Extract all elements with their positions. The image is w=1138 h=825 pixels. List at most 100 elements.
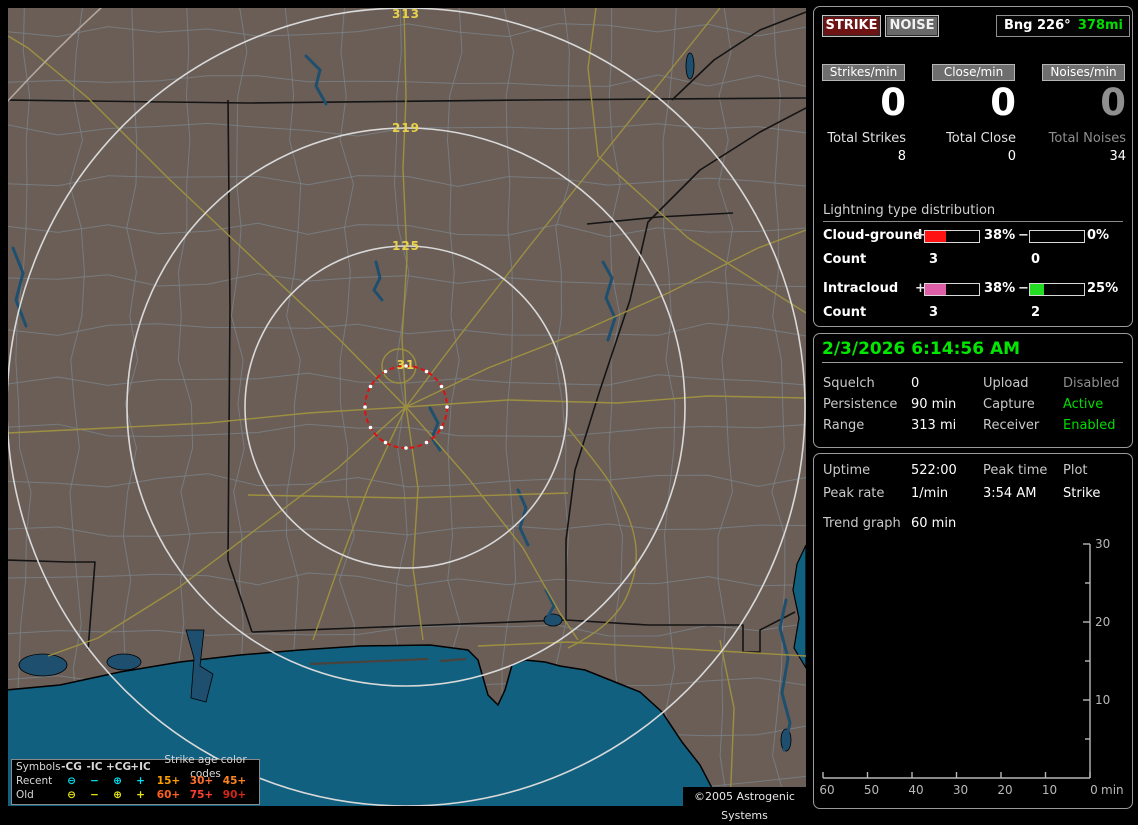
upload-status: Disabled	[1063, 376, 1120, 391]
svg-text:50: 50	[864, 783, 879, 797]
range-row: Range 313 mi Receiver Enabled	[814, 418, 1132, 438]
neg-cg-old-icon: ⊖	[67, 789, 76, 801]
capture-status: Active	[1063, 397, 1104, 412]
svg-text:0: 0	[1090, 783, 1098, 797]
legend-col-+ic: +IC	[130, 761, 151, 773]
noises-per-min-chip: Noises/min	[1042, 64, 1125, 81]
total-close-value: 0	[1007, 149, 1016, 164]
datetime-display: 2/3/2026 6:14:56 AM	[822, 339, 1123, 363]
legend-header-row: Symbols -CG -IC +CG +IC Strike age color…	[12, 754, 259, 780]
pos-cg-old-icon: ⊕	[113, 789, 122, 801]
upload-label: Upload	[983, 376, 1029, 391]
bearing-distance: 378mi	[1077, 18, 1123, 33]
count-label: Count	[823, 252, 867, 267]
trend-graph: 30 20 10 60 50 40 30 20 10 0 min	[819, 537, 1124, 797]
svg-text:40: 40	[908, 783, 923, 797]
strike-counters-panel: STRIKE NOISE Bng 226° 378mi Strikes/min …	[813, 6, 1133, 327]
svg-text:min: min	[1101, 783, 1124, 797]
noises-per-min-value: 0	[1100, 81, 1126, 124]
receiver-status: Enabled	[1063, 418, 1116, 433]
total-strikes-label: Total Strikes	[827, 131, 906, 146]
svg-text:10: 10	[1095, 693, 1110, 707]
minus-sign: −	[1018, 281, 1029, 296]
svg-text:60: 60	[819, 783, 834, 797]
svg-text:30: 30	[1095, 537, 1110, 551]
ic-plus-bar	[924, 283, 980, 296]
cg-plus-count: 3	[929, 252, 939, 267]
squelch-label: Squelch	[823, 376, 875, 391]
close-per-min-value: 0	[990, 81, 1016, 124]
close-per-min-chip: Close/min	[932, 64, 1015, 81]
trend-panel: Uptime 522:00 Peak time Plot Peak rate 1…	[813, 453, 1133, 809]
ring-label-219: 219	[391, 121, 421, 135]
squelch-row: Squelch 0 Upload Disabled	[814, 376, 1132, 396]
receiver-label: Receiver	[983, 418, 1040, 433]
age-30: 30+	[189, 775, 214, 787]
legend-col--cg: -CG	[61, 761, 82, 773]
strike-toggle-button[interactable]: STRIKE	[822, 15, 881, 37]
svg-text:30: 30	[953, 783, 968, 797]
neg-ic-old-icon: −	[90, 789, 99, 801]
age-45: 45+	[222, 775, 247, 787]
bearing-indicator: Bng 226° 378mi	[996, 15, 1130, 37]
noise-toggle-button[interactable]: NOISE	[885, 15, 939, 37]
legend-old-label: Old	[16, 789, 34, 801]
strikes-per-min-chip: Strikes/min	[822, 64, 905, 81]
legend-col--ic: -IC	[86, 761, 103, 773]
ring-label-31: 31	[396, 358, 416, 372]
pos-ic-recent-icon: +	[136, 775, 145, 787]
range-value: 313 mi	[911, 418, 957, 433]
total-close-label: Total Close	[946, 131, 1016, 146]
count-label: Count	[823, 305, 867, 320]
strikes-per-min-value: 0	[880, 81, 906, 124]
ring-label-125: 125	[391, 239, 421, 253]
legend-col-+cg: +CG	[106, 761, 132, 773]
minus-sign: −	[1018, 228, 1029, 243]
intracloud-count-row: Count 3 2	[814, 305, 1132, 321]
legend-recent-label: Recent	[16, 775, 53, 787]
intracloud-row: Intracloud + 38% − 25%	[814, 281, 1132, 297]
ic-minus-bar	[1029, 283, 1085, 296]
ic-plus-count: 3	[929, 305, 939, 320]
legend-symbols-header: Symbols	[16, 761, 61, 773]
capture-label: Capture	[983, 397, 1035, 412]
total-strikes-value: 8	[897, 149, 906, 164]
age-15: 15+	[156, 775, 181, 787]
cloud-ground-label: Cloud-ground	[823, 228, 923, 243]
legend-recent-row: Recent ⊖ − ⊕ + 15+ 30+ 45+	[12, 774, 259, 788]
neg-cg-recent-icon: ⊖	[67, 775, 76, 787]
cg-plus-bar	[924, 230, 980, 243]
cg-minus-pct: 0%	[1087, 228, 1110, 243]
pos-ic-old-icon: +	[136, 789, 145, 801]
range-label: Range	[823, 418, 865, 433]
ic-minus-count: 2	[1031, 305, 1041, 320]
cg-minus-count: 0	[1031, 252, 1041, 267]
age-75: 75+	[189, 789, 214, 801]
total-noises-value: 34	[1109, 149, 1126, 164]
status-panel: 2/3/2026 6:14:56 AM Squelch 0 Upload Dis…	[813, 333, 1133, 448]
age-90: 90+	[222, 789, 247, 801]
cg-plus-pct: 38%	[984, 228, 1016, 243]
map-legend: Symbols -CG -IC +CG +IC Strike age color…	[11, 754, 260, 805]
neg-ic-recent-icon: −	[90, 775, 99, 787]
cloud-ground-row: Cloud-ground + 38% − 0%	[814, 228, 1132, 244]
squelch-value: 0	[911, 376, 920, 391]
ic-plus-pct: 38%	[984, 281, 1016, 296]
legend-old-row: Old ⊖ − ⊕ + 60+ 75+ 90+	[12, 788, 259, 802]
cloud-ground-count-row: Count 3 0	[814, 252, 1132, 268]
persistence-label: Persistence	[823, 397, 898, 412]
cg-minus-bar	[1029, 230, 1085, 243]
bearing-value: Bng 226°	[1004, 18, 1071, 33]
persistence-row: Persistence 90 min Capture Active	[814, 397, 1132, 417]
ring-label-313: 313	[391, 7, 421, 21]
copyright-text: ©2005 Astrogenic Systems	[683, 787, 806, 822]
svg-text:20: 20	[1095, 615, 1110, 629]
age-60: 60+	[156, 789, 181, 801]
pos-cg-recent-icon: ⊕	[113, 775, 122, 787]
svg-text:20: 20	[997, 783, 1012, 797]
svg-text:10: 10	[1042, 783, 1057, 797]
total-noises-label: Total Noises	[1048, 131, 1126, 146]
ic-minus-pct: 25%	[1087, 281, 1119, 296]
intracloud-label: Intracloud	[823, 281, 899, 296]
lightning-map[interactable]: 313 219 125 31 Symbols -CG -IC +CG +IC S…	[8, 7, 806, 822]
